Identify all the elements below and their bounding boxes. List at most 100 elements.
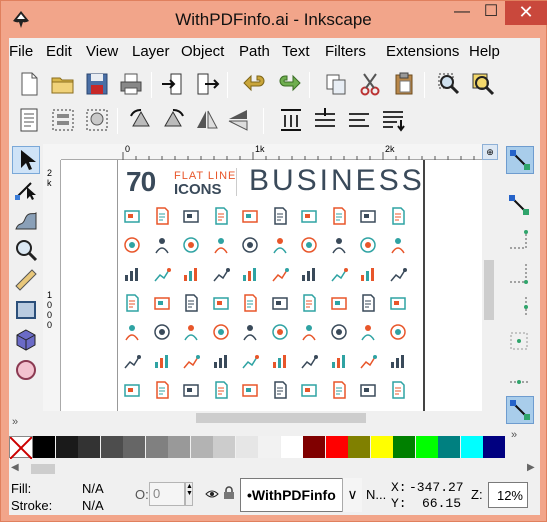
document-properties-icon[interactable]	[15, 106, 43, 134]
minimize-button[interactable]: —	[448, 1, 476, 25]
vertical-ruler[interactable]: 2 k 1 0 0 0	[43, 160, 61, 411]
selector-tool[interactable]	[12, 146, 40, 174]
color-swatch[interactable]	[460, 436, 483, 458]
lower-bottom-icon[interactable]	[379, 106, 407, 134]
node-tool[interactable]	[12, 176, 40, 204]
lock-icon[interactable]	[223, 486, 235, 500]
color-swatch[interactable]	[393, 436, 415, 458]
x-coordinate: -347.27	[409, 480, 464, 495]
stroke-value[interactable]: N/A	[82, 498, 104, 513]
opacity-label: O:	[135, 487, 149, 502]
color-swatch[interactable]	[100, 436, 123, 458]
swatch-none[interactable]	[9, 436, 33, 460]
color-swatch[interactable]	[280, 436, 303, 458]
rotate-ccw-icon[interactable]	[127, 106, 155, 134]
3d-box-tool[interactable]	[12, 326, 40, 354]
snap-edge-toggle[interactable]	[506, 226, 534, 254]
color-swatch[interactable]	[348, 436, 370, 458]
eye-icon[interactable]	[205, 488, 219, 500]
flip-vertical-icon[interactable]	[225, 106, 253, 134]
zoom-selection-icon[interactable]	[435, 70, 463, 98]
maximize-button[interactable]: ☐	[477, 1, 505, 25]
horizontal-ruler[interactable]: 0 1k 2k	[61, 144, 482, 160]
snap-corner-toggle[interactable]	[506, 260, 534, 288]
group-icon[interactable]	[49, 106, 77, 134]
raise-icon[interactable]	[311, 106, 339, 134]
paste-icon[interactable]	[390, 70, 418, 98]
zoom-tool[interactable]	[12, 236, 40, 264]
menu-edit[interactable]: Edit	[46, 43, 72, 60]
cut-icon[interactable]	[356, 70, 384, 98]
color-swatch[interactable]	[438, 436, 460, 458]
zoom-drawing-icon[interactable]	[469, 70, 497, 98]
color-swatch[interactable]	[258, 436, 280, 458]
palette-scrollbar[interactable]: ◀ ▶	[9, 462, 540, 476]
color-swatch[interactable]	[235, 436, 258, 458]
raise-top-icon[interactable]	[277, 106, 305, 134]
color-swatch[interactable]	[415, 436, 438, 458]
tweak-tool[interactable]	[12, 206, 40, 234]
opacity-spinbox[interactable]: 0	[149, 482, 185, 506]
menu-text[interactable]: Text	[282, 43, 310, 60]
redo-icon[interactable]	[275, 70, 303, 98]
color-swatch[interactable]	[325, 436, 348, 458]
menu-path[interactable]: Path	[239, 43, 270, 60]
snap-midpoint-toggle[interactable]	[506, 294, 534, 322]
color-swatch[interactable]	[145, 436, 168, 458]
print-icon[interactable]	[117, 70, 145, 98]
color-swatch[interactable]	[33, 436, 55, 458]
snap-enable-toggle[interactable]	[506, 146, 534, 174]
color-swatch[interactable]	[483, 436, 505, 458]
export-icon[interactable]	[193, 70, 221, 98]
color-swatch[interactable]	[190, 436, 213, 458]
fill-value[interactable]: N/A	[82, 481, 104, 496]
rectangle-tool[interactable]	[12, 296, 40, 324]
menu-layer[interactable]: Layer	[132, 43, 170, 60]
color-swatch[interactable]	[168, 436, 190, 458]
lower-icon[interactable]	[345, 106, 373, 134]
snap-center-toggle[interactable]	[506, 328, 534, 356]
scroll-right-icon[interactable]: ▶	[527, 462, 535, 473]
undo-icon[interactable]	[241, 70, 269, 98]
color-swatch[interactable]	[303, 436, 325, 458]
title-bar[interactable]: WithPDFinfo.ai - Inkscape — ☐ ✕	[1, 1, 547, 37]
drawing-canvas[interactable]: 70 FLAT LINE ICONS BUSINESS	[61, 160, 482, 411]
ruler-label: 2	[47, 168, 53, 178]
close-button[interactable]: ✕	[505, 1, 547, 25]
horizontal-scrollbar[interactable]	[61, 411, 482, 425]
color-swatch[interactable]	[55, 436, 78, 458]
scroll-thumb[interactable]	[196, 413, 366, 423]
color-swatch[interactable]	[370, 436, 393, 458]
flip-horizontal-icon[interactable]	[193, 106, 221, 134]
ungroup-icon[interactable]	[83, 106, 111, 134]
import-icon[interactable]	[159, 70, 187, 98]
vertical-scrollbar[interactable]	[482, 160, 494, 411]
open-folder-icon[interactable]	[49, 70, 77, 98]
rotate-cw-icon[interactable]	[159, 106, 187, 134]
scroll-thumb[interactable]	[484, 260, 494, 320]
toolbox-overflow-icon[interactable]: »	[12, 416, 18, 428]
color-swatch[interactable]	[123, 436, 145, 458]
menu-help[interactable]: Help	[469, 43, 500, 60]
measure-tool[interactable]	[12, 266, 40, 294]
snap-path-toggle[interactable]	[506, 396, 534, 424]
new-document-icon[interactable]	[15, 70, 43, 98]
scroll-left-icon[interactable]: ◀	[11, 462, 19, 473]
color-swatch[interactable]	[213, 436, 235, 458]
ellipse-tool[interactable]	[12, 356, 40, 384]
save-icon[interactable]	[83, 70, 111, 98]
snap-nodes-toggle[interactable]	[506, 362, 534, 390]
snap-bbox-toggle[interactable]	[506, 192, 534, 220]
menu-object[interactable]: Object	[181, 43, 224, 60]
menu-extensions[interactable]: Extensions	[386, 43, 459, 60]
color-swatch[interactable]	[78, 436, 100, 458]
opacity-stepper[interactable]: ▲ ▼	[185, 482, 193, 506]
menu-filters[interactable]: Filters	[325, 43, 366, 60]
zoom-field[interactable]: 12%	[488, 482, 528, 508]
chevron-down-icon[interactable]: ∨	[342, 478, 362, 512]
menu-file[interactable]: File	[9, 43, 33, 60]
menu-view[interactable]: View	[86, 43, 118, 60]
scroll-thumb[interactable]	[31, 464, 55, 474]
zoom-correction-icon[interactable]: ⊕	[482, 144, 498, 160]
copy-icon[interactable]	[322, 70, 350, 98]
